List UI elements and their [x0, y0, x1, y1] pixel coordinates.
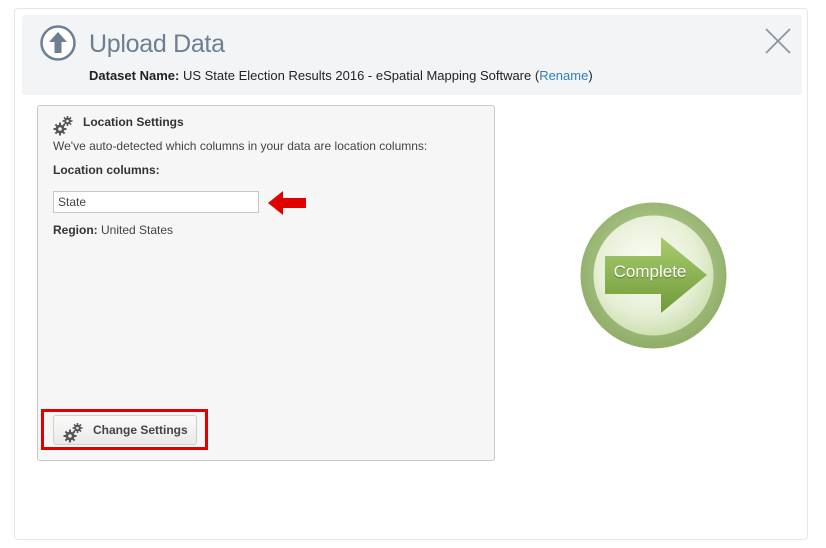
rename-link[interactable]: Rename: [539, 68, 588, 83]
change-settings-label: Change Settings: [93, 423, 188, 437]
dataset-name-label: Dataset Name:: [89, 68, 180, 83]
location-columns-label: Location columns:: [53, 163, 160, 177]
region-label: Region:: [53, 223, 98, 237]
gears-icon: [53, 116, 73, 136]
gears-icon: [63, 423, 83, 443]
location-settings-title: Location Settings: [83, 115, 184, 129]
red-arrow-annotation-icon: [268, 191, 306, 215]
page-title: Upload Data: [89, 30, 225, 58]
region-value: United States: [97, 223, 174, 237]
upload-arrow-icon: [40, 25, 76, 61]
dataset-name-suffix: ): [588, 68, 593, 83]
close-icon[interactable]: [764, 27, 792, 55]
region-info: Region: United States: [53, 223, 173, 237]
dataset-name: Dataset Name: US State Election Results …: [89, 68, 593, 83]
location-columns-field[interactable]: State: [53, 191, 259, 213]
location-settings-panel: [37, 105, 495, 461]
complete-button[interactable]: [579, 201, 728, 350]
auto-detect-description: We've auto-detected which columns in you…: [53, 139, 428, 153]
dataset-name-value: US State Election Results 2016 - eSpatia…: [179, 68, 540, 83]
